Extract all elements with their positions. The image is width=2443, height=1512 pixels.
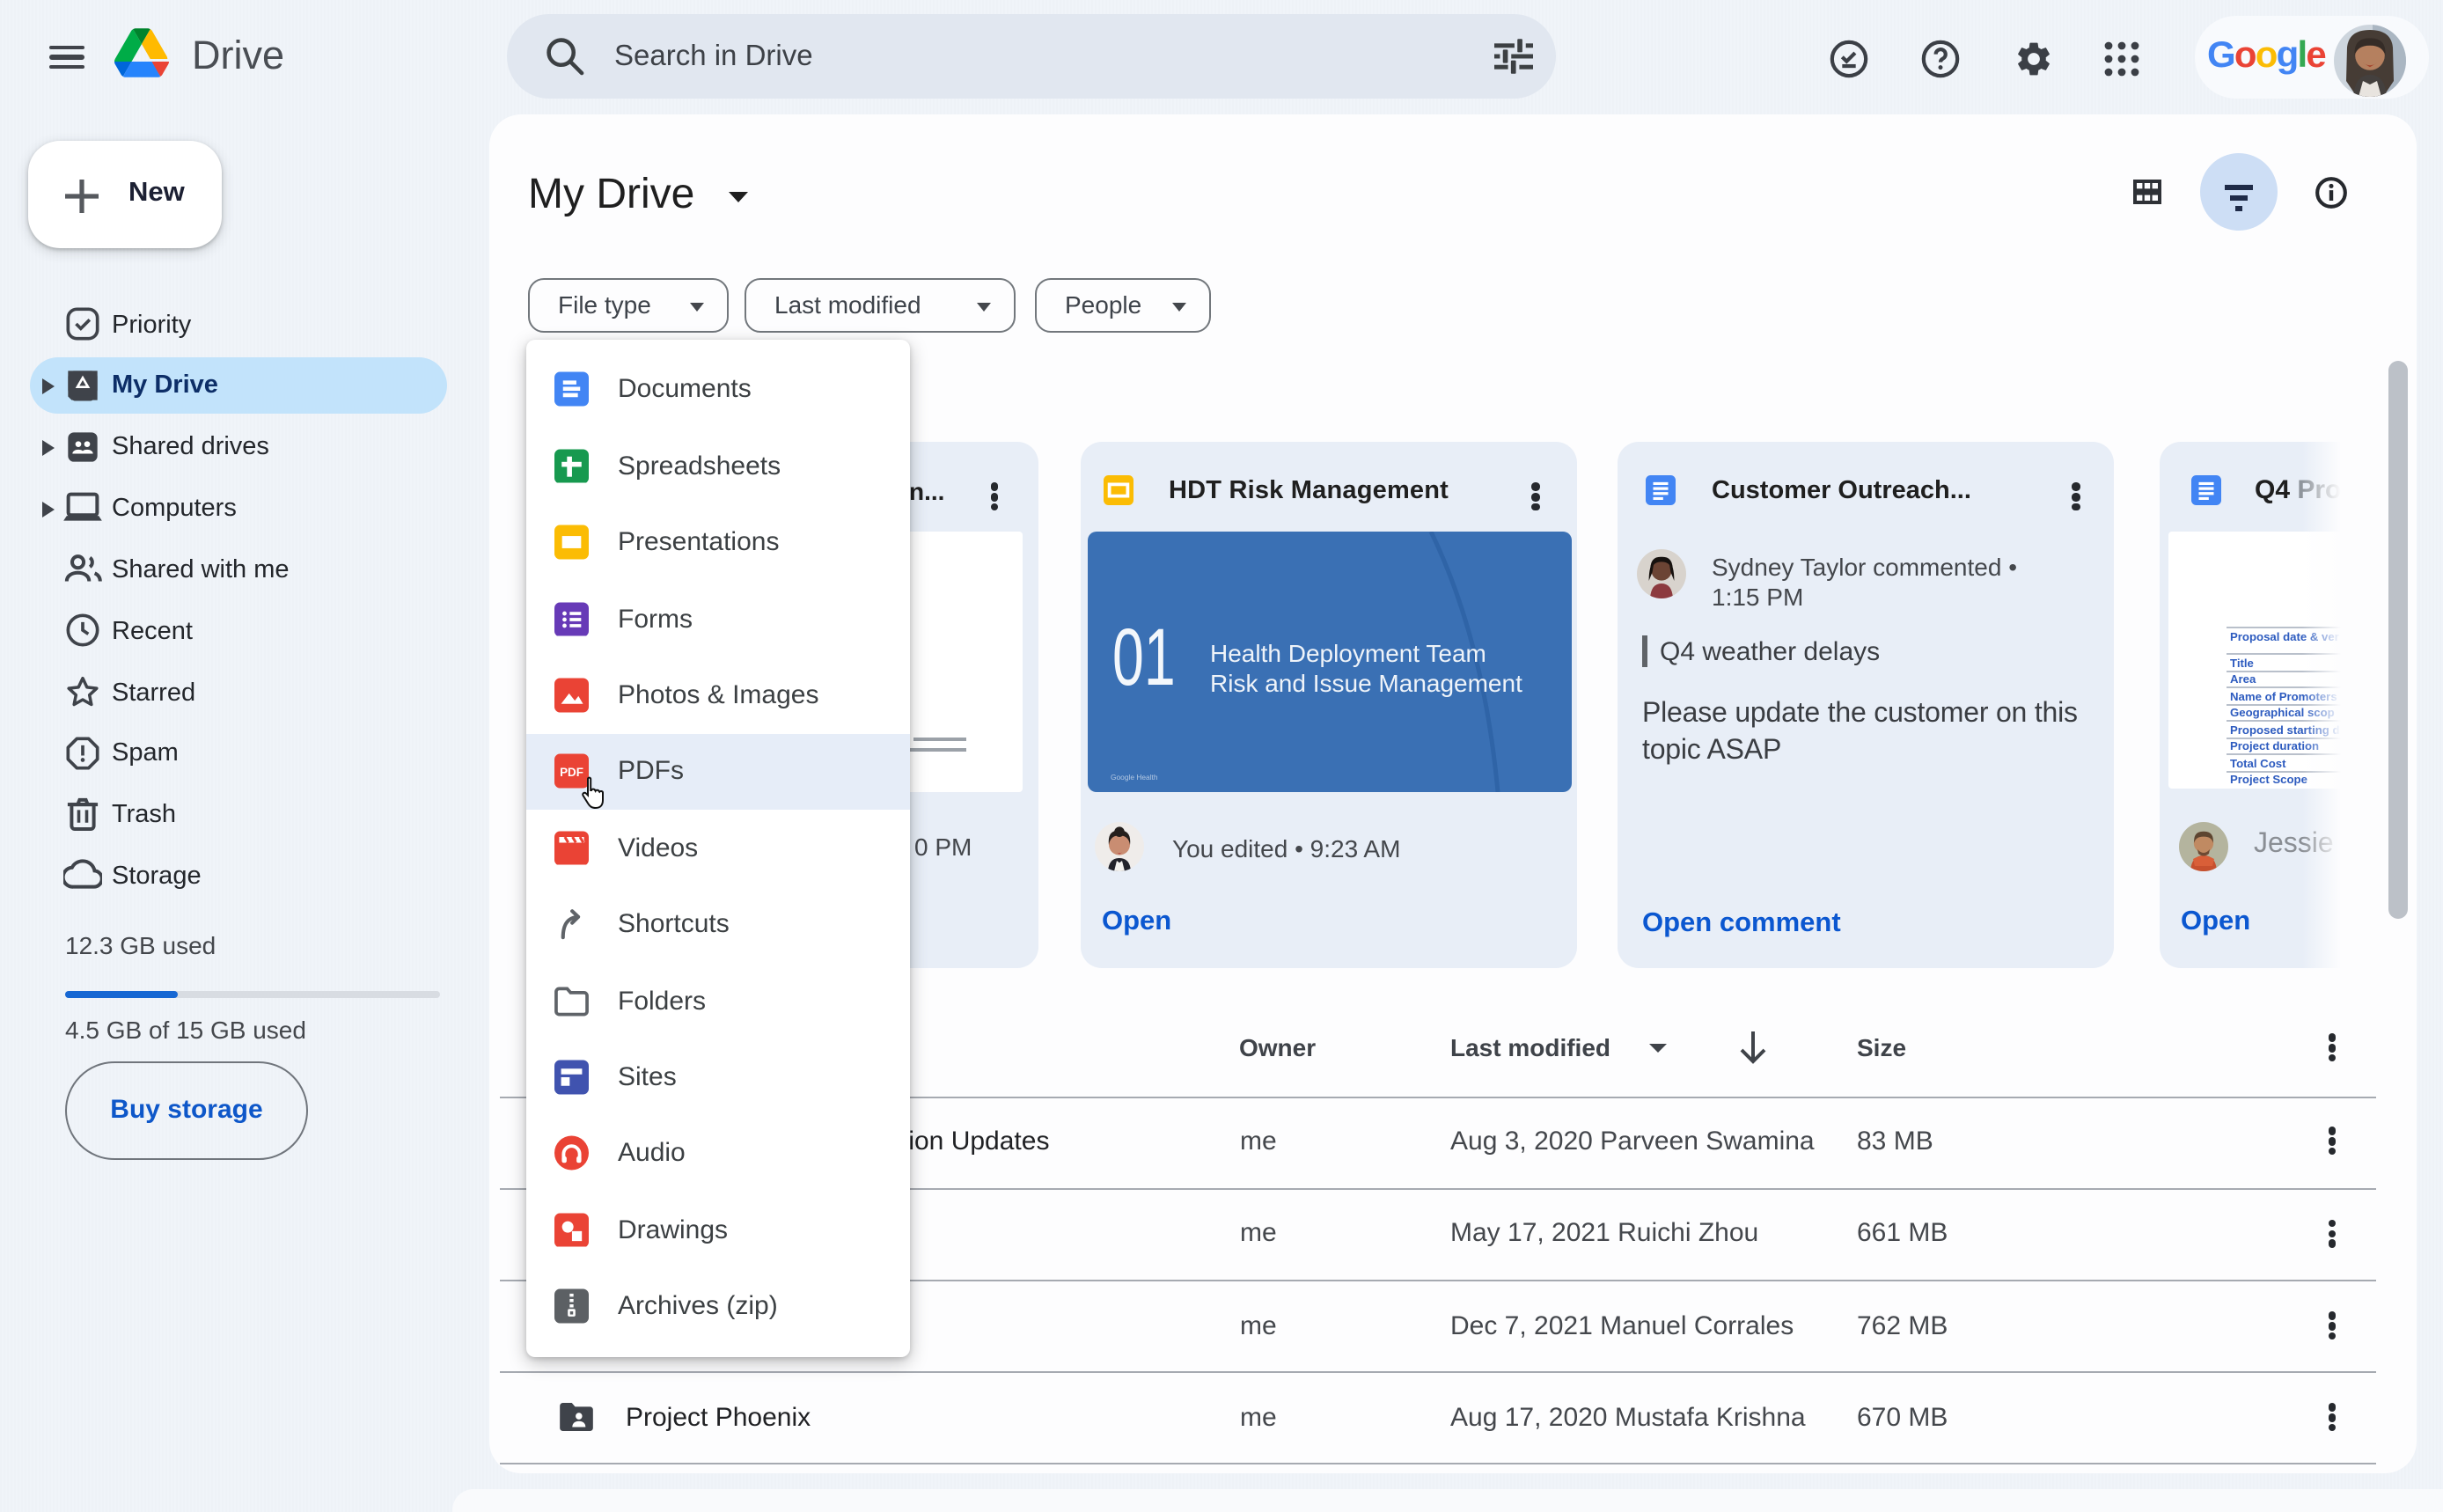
svg-text:Google Health: Google Health [1110, 773, 1157, 782]
